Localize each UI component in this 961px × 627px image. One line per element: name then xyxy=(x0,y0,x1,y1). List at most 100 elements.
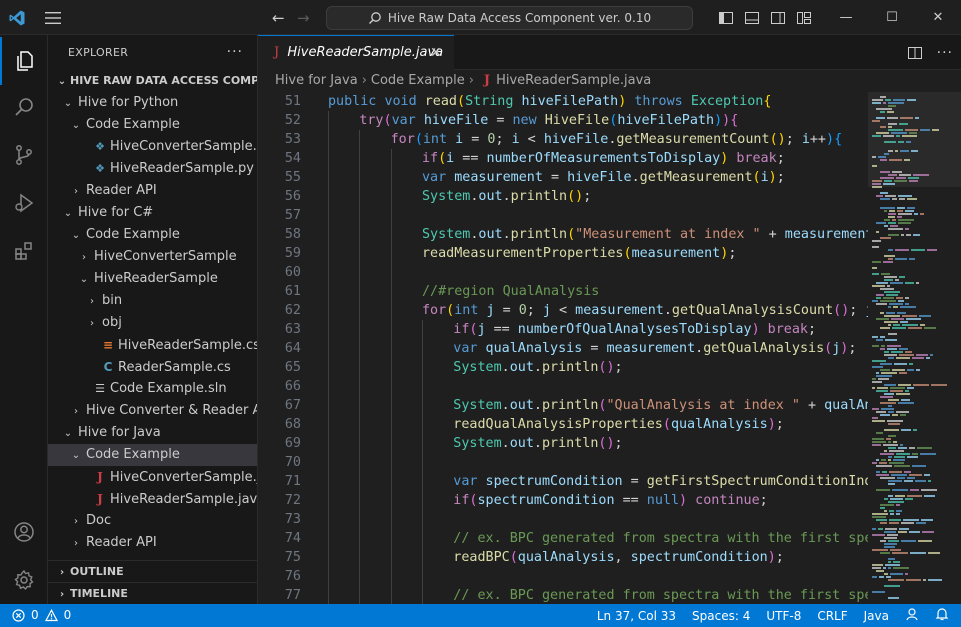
tree-item[interactable]: C ReaderSample.cs xyxy=(48,356,257,378)
minimap-viewport[interactable] xyxy=(868,92,961,187)
minimap-code-block xyxy=(887,348,897,350)
timeline-section[interactable]: › TIMELINE xyxy=(48,582,257,604)
accounts-icon[interactable] xyxy=(0,508,48,556)
tree-item[interactable]: ❖ HiveReaderSample.py xyxy=(48,158,257,180)
minimap-code-block xyxy=(899,198,905,200)
tree-item[interactable]: › HiveConverterSample xyxy=(48,246,257,268)
encoding[interactable]: UTF-8 xyxy=(758,609,809,623)
arrow-left-icon[interactable]: ← xyxy=(272,9,285,27)
minimap-code-block xyxy=(884,354,897,356)
minimap-code-block xyxy=(905,210,914,212)
problems-indicator[interactable]: 0 0 xyxy=(12,604,71,627)
end-of-line[interactable]: CRLF xyxy=(809,609,855,623)
toggle-primary-sidebar-icon[interactable] xyxy=(713,0,739,35)
minimap-code-block xyxy=(884,210,887,212)
minimap-code-block xyxy=(880,348,885,350)
tree-item[interactable]: ⌄ HiveReaderSample xyxy=(48,268,257,290)
notifications-bell-icon[interactable] xyxy=(927,607,961,624)
command-center-search[interactable]: Hive Raw Data Access Component ver. 0.10 xyxy=(326,6,693,30)
code-editor[interactable]: 51 public void read(String hiveFilePath) … xyxy=(258,92,868,604)
code-token: void xyxy=(384,94,425,109)
tree-item[interactable]: › Reader API xyxy=(48,180,257,202)
toggle-secondary-sidebar-icon[interactable] xyxy=(765,0,791,35)
source-control-icon[interactable] xyxy=(0,131,48,179)
editor-area: J HiveReaderSample.java ✕ ··· Hive for J… xyxy=(258,35,961,604)
code-line: 65 System.out.println(); xyxy=(258,358,868,377)
breadcrumb-item[interactable]: Code Example xyxy=(371,73,465,88)
tree-item[interactable]: J HiveConverterSample.java xyxy=(48,466,257,488)
breadcrumb-item[interactable]: Hive for Java xyxy=(275,73,358,88)
minimap-code-block xyxy=(888,150,893,152)
minimap-code-block xyxy=(885,528,897,530)
feedback-icon[interactable] xyxy=(897,607,927,624)
search-icon[interactable] xyxy=(0,83,48,131)
minimap-code-block xyxy=(920,324,925,326)
code-text: var spectrumCondition = getFirstSpectrum… xyxy=(453,472,868,491)
tree-item[interactable]: ⌄ Hive for Python xyxy=(48,92,257,114)
code-token: for xyxy=(421,303,447,318)
code-token: System xyxy=(453,360,502,375)
manage-gear-icon[interactable] xyxy=(0,556,48,604)
workspace-root[interactable]: ⌄HIVE RAW DATA ACCESS COMPON... xyxy=(48,70,257,92)
code-token: numberOfQualAnalysesToDisplay xyxy=(517,322,752,337)
tree-item[interactable]: ❖ HiveConverterSample.py xyxy=(48,136,257,158)
minimize-icon[interactable]: — xyxy=(823,0,869,35)
tree-item[interactable]: J HiveReaderSample.java xyxy=(48,488,257,510)
minimap-code-block xyxy=(928,480,931,482)
tree-item[interactable]: ⌄ Code Example xyxy=(48,224,257,246)
breadcrumb-item[interactable]: HiveReaderSample.java xyxy=(496,73,651,88)
outline-section[interactable]: › OUTLINE xyxy=(48,560,257,582)
tree-item[interactable]: ⌄ Hive for Java xyxy=(48,422,257,444)
code-token: measurement xyxy=(631,246,721,261)
menu-icon[interactable] xyxy=(44,10,62,26)
code-token: ( xyxy=(438,151,447,166)
tree-item[interactable]: ⌄ Hive for C# xyxy=(48,202,257,224)
python-file-icon: ❖ xyxy=(95,162,105,175)
minimap-code-block xyxy=(906,579,921,581)
arrow-right-icon[interactable]: → xyxy=(297,9,310,27)
tab-hivereadersample-java[interactable]: J HiveReaderSample.java ✕ xyxy=(258,35,454,70)
tree-item[interactable]: › Reader API xyxy=(48,532,257,554)
more-actions-icon[interactable]: ··· xyxy=(937,45,953,61)
minimap-code-block xyxy=(915,480,926,482)
explorer-icon[interactable] xyxy=(0,37,48,85)
tree-item[interactable]: ≡ HiveReaderSample.csproj xyxy=(48,334,257,356)
extensions-icon[interactable] xyxy=(0,227,48,275)
code-text: // ex. BPC generated from spectra with t… xyxy=(453,529,868,548)
indentation[interactable]: Spaces: 4 xyxy=(684,609,758,623)
toggle-panel-icon[interactable] xyxy=(739,0,765,35)
code-token: () xyxy=(598,360,615,375)
tree-item[interactable]: ☰ Code Example.sln xyxy=(48,378,257,400)
tree-item[interactable]: › bin xyxy=(48,290,257,312)
minimap-code-block xyxy=(924,474,930,476)
tree-item-label: Reader API xyxy=(86,183,157,198)
more-actions-icon[interactable]: ··· xyxy=(227,35,243,70)
close-icon[interactable]: ✕ xyxy=(430,36,442,70)
minimap-code-block xyxy=(924,495,935,497)
minimap-code-block xyxy=(886,438,891,440)
tree-item[interactable]: ⌄ Code Example xyxy=(48,444,257,466)
close-window-icon[interactable]: ✕ xyxy=(915,0,961,35)
minimap-code-block xyxy=(884,450,887,452)
minimap-code-block xyxy=(905,351,912,353)
minimap[interactable] xyxy=(868,92,961,604)
code-text: System.out.println(); xyxy=(453,434,622,453)
tree-item[interactable]: › Hive Converter & Reader API xyxy=(48,400,257,422)
code-token: println xyxy=(541,436,599,451)
customize-layout-icon[interactable] xyxy=(791,0,817,35)
minimap-code-block xyxy=(880,327,890,329)
code-token: . xyxy=(501,436,510,451)
code-token: + xyxy=(760,227,785,242)
split-editor-icon[interactable] xyxy=(907,45,923,61)
tree-item[interactable]: › Doc xyxy=(48,510,257,532)
tree-item-label: Code Example xyxy=(86,447,180,462)
chevron-down-icon: ⌄ xyxy=(63,98,73,109)
run-debug-icon[interactable] xyxy=(0,179,48,227)
indent-guide xyxy=(328,111,329,130)
language-mode[interactable]: Java xyxy=(856,609,897,623)
indent-guide xyxy=(328,434,329,453)
maximize-icon[interactable]: ☐ xyxy=(869,0,915,35)
tree-item[interactable]: ⌄ Code Example xyxy=(48,114,257,136)
cursor-position[interactable]: Ln 37, Col 33 xyxy=(589,609,684,623)
tree-item[interactable]: › obj xyxy=(48,312,257,334)
